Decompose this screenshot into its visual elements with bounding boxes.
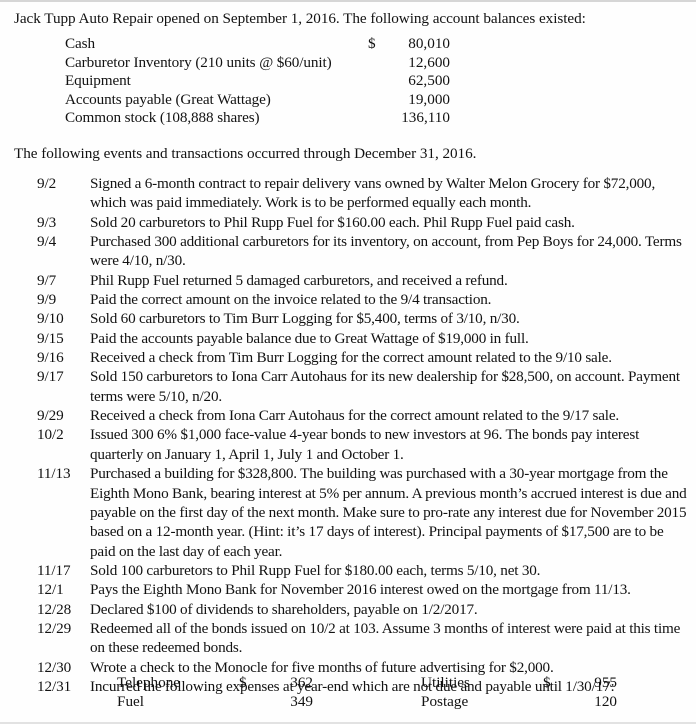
account-amount: 62,500 xyxy=(408,72,450,90)
opening-balances-body: Cash $ 80,010 Carburetor Inventory (210 … xyxy=(65,35,450,128)
transaction-date: 9/10 xyxy=(37,310,64,328)
account-label: Common stock (108,888 shares) xyxy=(65,109,260,127)
transaction-date: 9/16 xyxy=(37,349,64,367)
year-end-expenses-body: Telephone $ 362 Utilities $ 955 Fuel 349… xyxy=(117,673,617,712)
expense-label: Utilities xyxy=(421,674,470,691)
list-item: 12/1 Pays the Eighth Mono Bank for Novem… xyxy=(37,580,692,599)
currency-symbol xyxy=(543,692,567,711)
table-row: Equipment 62,500 xyxy=(65,72,450,91)
account-amount: 12,600 xyxy=(408,53,450,71)
intro-paragraph: Jack Tupp Auto Repair opened on Septembe… xyxy=(14,10,586,27)
account-label: Accounts payable (Great Wattage) xyxy=(65,90,271,108)
transaction-date: 9/15 xyxy=(37,329,64,347)
expense-amount: 349 xyxy=(290,693,313,711)
list-item: 11/13 Purchased a building for $328,800.… xyxy=(37,464,692,561)
expense-label: Telephone xyxy=(117,674,181,691)
list-item: 9/7 Phil Rupp Fuel returned 5 damaged ca… xyxy=(37,271,692,290)
transaction-date: 11/17 xyxy=(37,561,71,579)
list-item: 9/3 Sold 20 carburetors to Phil Rupp Fue… xyxy=(37,213,692,232)
currency-symbol xyxy=(363,54,388,73)
table-row: Cash $ 80,010 xyxy=(65,35,450,54)
transaction-description: Sold 60 carburetors to Tim Burr Logging … xyxy=(90,310,520,328)
table-row: Telephone $ 362 Utilities $ 955 xyxy=(117,673,617,692)
list-item: 9/15 Paid the accounts payable balance d… xyxy=(37,329,692,348)
currency-symbol: $ xyxy=(543,674,551,691)
transaction-date: 12/29 xyxy=(37,619,72,637)
transaction-description: Sold 150 carburetors to Iona Carr Autoha… xyxy=(90,368,680,405)
list-item: 12/28 Declared $100 of dividends to shar… xyxy=(37,600,692,619)
account-label: Cash xyxy=(65,35,95,52)
transaction-date: 12/30 xyxy=(37,658,72,676)
transaction-date: 9/2 xyxy=(37,175,57,192)
expense-amount: 362 xyxy=(290,674,313,691)
transaction-date: 12/1 xyxy=(37,581,64,599)
table-row: Carburetor Inventory (210 units @ $60/un… xyxy=(65,54,450,73)
transaction-description: Purchased a building for $328,800. The b… xyxy=(90,465,687,560)
table-row: Fuel 349 Postage 120 xyxy=(117,692,617,711)
transaction-date: 9/29 xyxy=(37,407,64,425)
transaction-description: Redeemed all of the bonds issued on 10/2… xyxy=(90,619,681,657)
expense-amount: 955 xyxy=(594,674,617,691)
list-item: 11/17 Sold 100 carburetors to Phil Rupp … xyxy=(37,561,692,580)
expense-label: Fuel xyxy=(117,693,145,711)
list-item: 9/16 Received a check from Tim Burr Logg… xyxy=(37,348,692,367)
account-amount: 19,000 xyxy=(408,90,450,108)
account-label: Equipment xyxy=(65,72,131,90)
transaction-description: Received a check from Tim Burr Logging f… xyxy=(90,349,612,367)
account-label: Carburetor Inventory (210 units @ $60/un… xyxy=(65,53,332,71)
transaction-description: Pays the Eighth Mono Bank for November 2… xyxy=(90,581,631,599)
document-page: Jack Tupp Auto Repair opened on Septembe… xyxy=(0,0,696,724)
currency-symbol xyxy=(363,91,388,110)
opening-balances-table: Cash $ 80,010 Carburetor Inventory (210 … xyxy=(65,35,450,128)
transaction-description: Phil Rupp Fuel returned 5 damaged carbur… xyxy=(90,271,508,289)
transaction-description: Purchased 300 additional carburetors for… xyxy=(90,233,682,270)
transaction-description: Signed a 6-month contract to repair deli… xyxy=(90,175,656,212)
list-item: 9/4 Purchased 300 additional carburetors… xyxy=(37,232,692,271)
transaction-description: Paid the correct amount on the invoice r… xyxy=(90,291,492,309)
transaction-date: 12/31 xyxy=(37,677,72,695)
transaction-description: Paid the accounts payable balance due to… xyxy=(90,329,529,347)
account-amount: 80,010 xyxy=(408,35,450,52)
list-item: 9/17 Sold 150 carburetors to Iona Carr A… xyxy=(37,367,692,406)
table-row: Accounts payable (Great Wattage) 19,000 xyxy=(65,91,450,110)
column-spacer xyxy=(313,673,421,692)
transaction-date: 9/4 xyxy=(37,233,57,251)
expense-label: Postage xyxy=(421,693,469,711)
column-spacer xyxy=(313,692,421,711)
list-item: 9/9 Paid the correct amount on the invoi… xyxy=(37,290,692,309)
list-item: 12/29 Redeemed all of the bonds issued o… xyxy=(37,619,692,658)
account-amount: 136,110 xyxy=(401,109,450,127)
transaction-description: Received a check from Iona Carr Autohaus… xyxy=(90,407,620,425)
transactions-list: 9/2 Signed a 6-month contract to repair … xyxy=(37,174,692,696)
transaction-description: Issued 300 6% $1,000 face-value 4-year b… xyxy=(90,426,640,463)
transaction-date: 10/2 xyxy=(37,426,64,444)
currency-symbol xyxy=(363,109,388,128)
currency-symbol xyxy=(239,692,263,711)
transaction-description: Sold 100 carburetors to Phil Rupp Fuel f… xyxy=(90,561,541,579)
transaction-date: 11/13 xyxy=(37,465,71,483)
transaction-date: 12/28 xyxy=(37,600,72,618)
list-item: 9/29 Received a check from Iona Carr Aut… xyxy=(37,406,692,425)
transaction-date: 9/17 xyxy=(37,368,64,386)
transaction-date: 9/9 xyxy=(37,291,57,309)
currency-symbol: $ xyxy=(368,35,376,52)
expense-amount: 120 xyxy=(594,693,617,711)
transaction-date: 9/3 xyxy=(37,213,57,231)
list-item: 9/2 Signed a 6-month contract to repair … xyxy=(37,174,692,213)
transaction-description: Sold 20 carburetors to Phil Rupp Fuel fo… xyxy=(90,213,575,231)
currency-symbol: $ xyxy=(239,674,247,691)
list-item: 9/10 Sold 60 carburetors to Tim Burr Log… xyxy=(37,309,692,328)
year-end-expenses-table: Telephone $ 362 Utilities $ 955 Fuel 349… xyxy=(117,673,617,712)
transaction-description: Declared $100 of dividends to shareholde… xyxy=(90,600,478,618)
events-intro-paragraph: The following events and transactions oc… xyxy=(14,145,477,162)
currency-symbol xyxy=(363,72,388,91)
list-item: 10/2 Issued 300 6% $1,000 face-value 4-y… xyxy=(37,425,692,464)
table-row: Common stock (108,888 shares) 136,110 xyxy=(65,109,450,128)
transaction-date: 9/7 xyxy=(37,271,57,289)
